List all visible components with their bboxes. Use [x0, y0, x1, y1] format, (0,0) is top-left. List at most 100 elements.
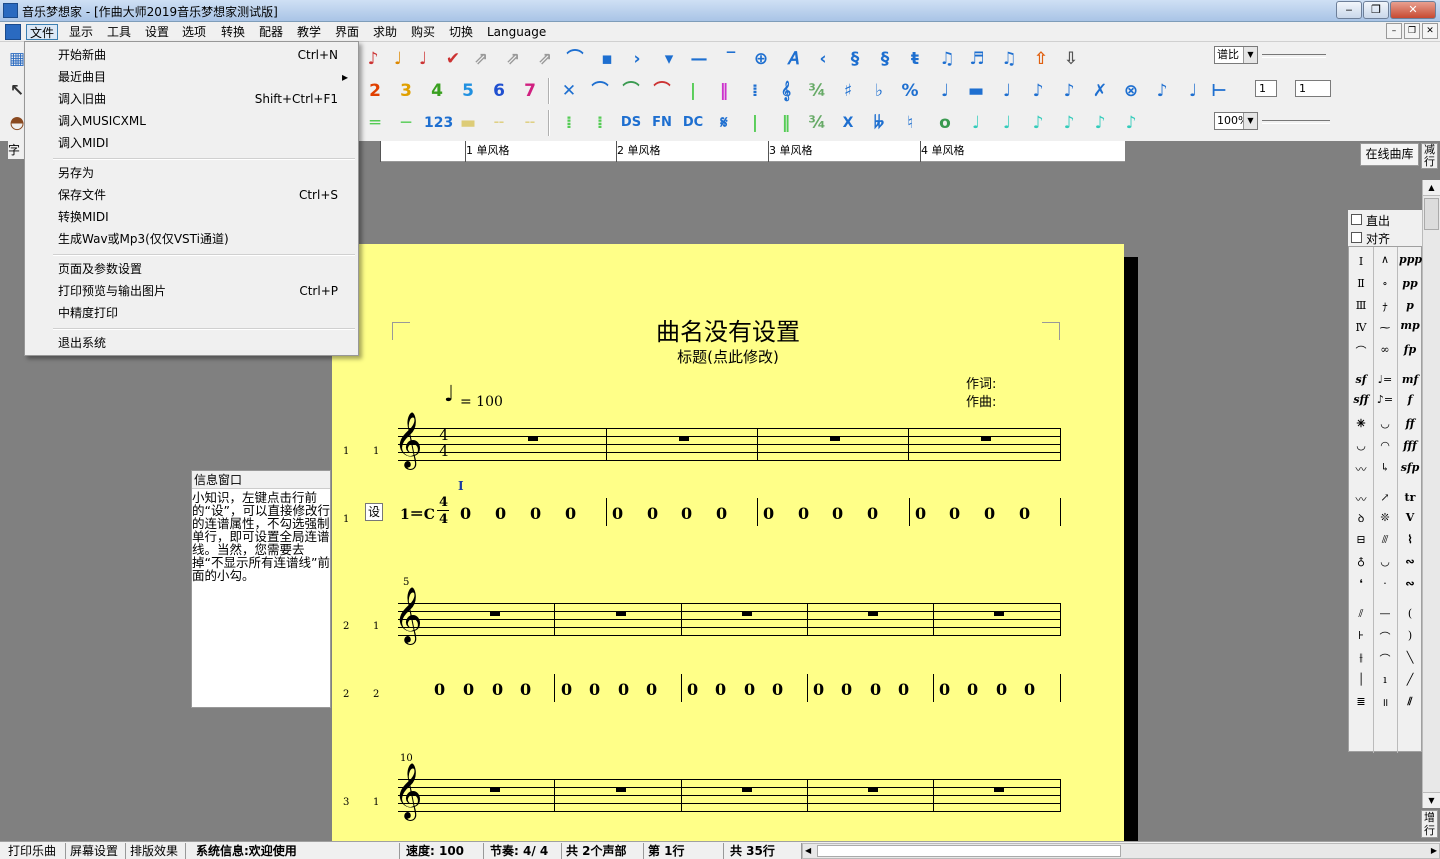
double-flat-icon[interactable]: 𝄫 [866, 110, 892, 136]
slur-red-icon[interactable]: ⌒ [649, 78, 675, 104]
spin-input-1[interactable]: 1 [1255, 80, 1277, 97]
whole-rest[interactable] [830, 437, 840, 441]
fn-button[interactable]: FN [649, 110, 675, 136]
jianpu-note[interactable]: 0 [867, 504, 878, 523]
chevron-right-icon[interactable]: › [624, 46, 650, 72]
menu-item-print-preview[interactable]: 打印预览与输出图片 Ctrl+P [27, 280, 356, 302]
rest-icon[interactable]: ▬ [963, 78, 989, 104]
line-h-icon[interactable]: — [1374, 607, 1396, 620]
jianpu-note[interactable]: 0 [763, 504, 774, 523]
roman-3-icon[interactable]: Ⅲ [1350, 299, 1372, 312]
x-button[interactable]: X [835, 110, 861, 136]
note-icon[interactable]: ♩ [994, 78, 1020, 104]
time-sig2-icon[interactable]: ¾ [804, 110, 830, 136]
scroll-right-button[interactable]: ▶ [1431, 844, 1437, 858]
double-diag-icon[interactable]: ⫽ [1399, 695, 1421, 709]
hash-icon[interactable]: ⫲ [1350, 651, 1372, 665]
horizontal-scrollbar[interactable]: ◀ ▶ [802, 843, 1440, 859]
accent-icon[interactable]: ❛ [1350, 577, 1372, 590]
note-red-icon[interactable]: ♪ [360, 46, 386, 72]
menu-item-import-midi[interactable]: 调入MIDI [27, 132, 356, 154]
segno-icon[interactable]: 𝄋 [711, 110, 737, 136]
whole-rest[interactable] [994, 788, 1004, 792]
sff-symbol-icon[interactable]: sff [1350, 393, 1372, 406]
slur-green-icon[interactable]: ⌒ [618, 78, 644, 104]
wave-icon[interactable]: 〰 [1350, 461, 1372, 477]
note-flag-icon[interactable]: ♩ [385, 46, 411, 72]
eighth-notes-icon[interactable]: ♫ [934, 46, 960, 72]
whole-rest[interactable] [742, 612, 752, 616]
glide-icon[interactable]: ↗ [1374, 491, 1396, 504]
direct-out-checkbox[interactable] [1351, 214, 1362, 225]
jianpu-note[interactable]: 0 [589, 680, 600, 699]
fermata-icon[interactable]: ⌒ [562, 46, 588, 72]
menu-language[interactable]: Language [484, 24, 549, 40]
number-6-button[interactable]: 6 [486, 78, 512, 104]
info-window[interactable]: 信息窗口 小知识，左键点击行前的“设”，可以直接修改行的连谱属性，不勾选强制单行… [191, 470, 331, 708]
square-icon[interactable]: ▪ [594, 46, 620, 72]
note-cross-icon[interactable]: ⊗ [1118, 78, 1144, 104]
chevron-left-icon[interactable]: ‹ [810, 46, 836, 72]
bowl-icon[interactable]: ◡ [1350, 439, 1372, 452]
note5-icon[interactable]: ♩ [1180, 78, 1206, 104]
menu-item-save[interactable]: 保存文件 Ctrl+S [27, 184, 356, 206]
mordent-icon[interactable]: ∾ [1399, 577, 1421, 590]
plus-icon[interactable]: ﾅ [1374, 299, 1396, 315]
jianpu-note[interactable]: 0 [813, 680, 824, 699]
screen-settings-button[interactable]: 屏幕设置 [66, 843, 126, 859]
whole-rest[interactable] [490, 612, 500, 616]
align-checkbox[interactable] [1351, 232, 1362, 243]
dynamic-pp[interactable]: pp [1399, 277, 1421, 290]
repeat-end-icon[interactable]: ⁞ [587, 110, 613, 136]
jianpu-note[interactable]: 0 [520, 680, 531, 699]
jianpu-note[interactable]: 0 [870, 680, 881, 699]
infinity-icon[interactable]: ∞ [1374, 343, 1396, 356]
percent-icon[interactable]: % [897, 78, 923, 104]
vertical-scrollbar[interactable]: ▲ ▼ [1422, 180, 1440, 808]
menu-teach[interactable]: 教学 [294, 24, 324, 40]
menu-buy[interactable]: 购买 [408, 24, 438, 40]
sigma-icon[interactable]: ꝺ [1350, 511, 1372, 526]
jianpu-note[interactable]: 0 [841, 680, 852, 699]
menu-settings[interactable]: 设置 [142, 24, 172, 40]
ds-button[interactable]: DS [618, 110, 644, 136]
print-score-button[interactable]: 打印乐曲 [4, 843, 66, 859]
number-5-button[interactable]: 5 [455, 78, 481, 104]
cross-icon[interactable]: ✕ [556, 78, 582, 104]
jianpu-note[interactable]: 0 [561, 680, 572, 699]
jianpu-note[interactable]: 0 [772, 680, 783, 699]
smile-icon[interactable]: ◡ [1374, 555, 1396, 568]
arrow-up-icon[interactable]: ⇗ [468, 46, 494, 72]
arpeggio-icon[interactable]: ⌇ [1399, 533, 1421, 546]
tremolo-icon[interactable]: ≣ [1350, 695, 1372, 708]
jianpu-note[interactable]: 0 [495, 504, 506, 523]
jianpu-note[interactable]: 0 [967, 680, 978, 699]
roman-2-icon[interactable]: Ⅱ [1350, 277, 1372, 290]
menu-tools[interactable]: 工具 [104, 24, 134, 40]
maximize-button[interactable]: ❐ [1363, 1, 1389, 19]
jianpu-note[interactable]: 0 [565, 504, 576, 523]
bar-icon[interactable]: | [742, 110, 768, 136]
dash-yellow3-icon[interactable]: ╌ [517, 110, 543, 136]
menu-item-new[interactable]: 开始新曲 Ctrl+N [27, 44, 356, 66]
diag-down-icon[interactable]: ╲ [1399, 651, 1421, 664]
jianpu-note[interactable]: 0 [939, 680, 950, 699]
scroll-thumb[interactable] [817, 845, 1121, 857]
jianpu-note[interactable]: 0 [1019, 504, 1030, 523]
tempo-value[interactable]: = 100 [460, 394, 503, 410]
jianpu-note[interactable]: 0 [716, 504, 727, 523]
jianpu-note[interactable]: 0 [681, 504, 692, 523]
jianpu-note[interactable]: 0 [949, 504, 960, 523]
jianpu-note[interactable]: 0 [460, 504, 471, 523]
circle-icon[interactable]: ∘ [1374, 277, 1396, 290]
trill-symbol[interactable]: tr [1399, 491, 1421, 504]
note4-icon[interactable]: ♪ [1149, 78, 1175, 104]
jianpu-note[interactable]: 0 [530, 504, 541, 523]
eighth-note-icon[interactable]: ♪ [1025, 110, 1051, 136]
64th-note-icon[interactable]: ♪ [1118, 110, 1144, 136]
whole-rest[interactable] [981, 437, 991, 441]
roman-4-icon[interactable]: Ⅳ [1350, 321, 1372, 334]
time-sig-icon[interactable]: ¾ [804, 78, 830, 104]
jianpu-note[interactable]: 0 [463, 680, 474, 699]
note-flag2-icon[interactable]: ♩ [410, 46, 436, 72]
